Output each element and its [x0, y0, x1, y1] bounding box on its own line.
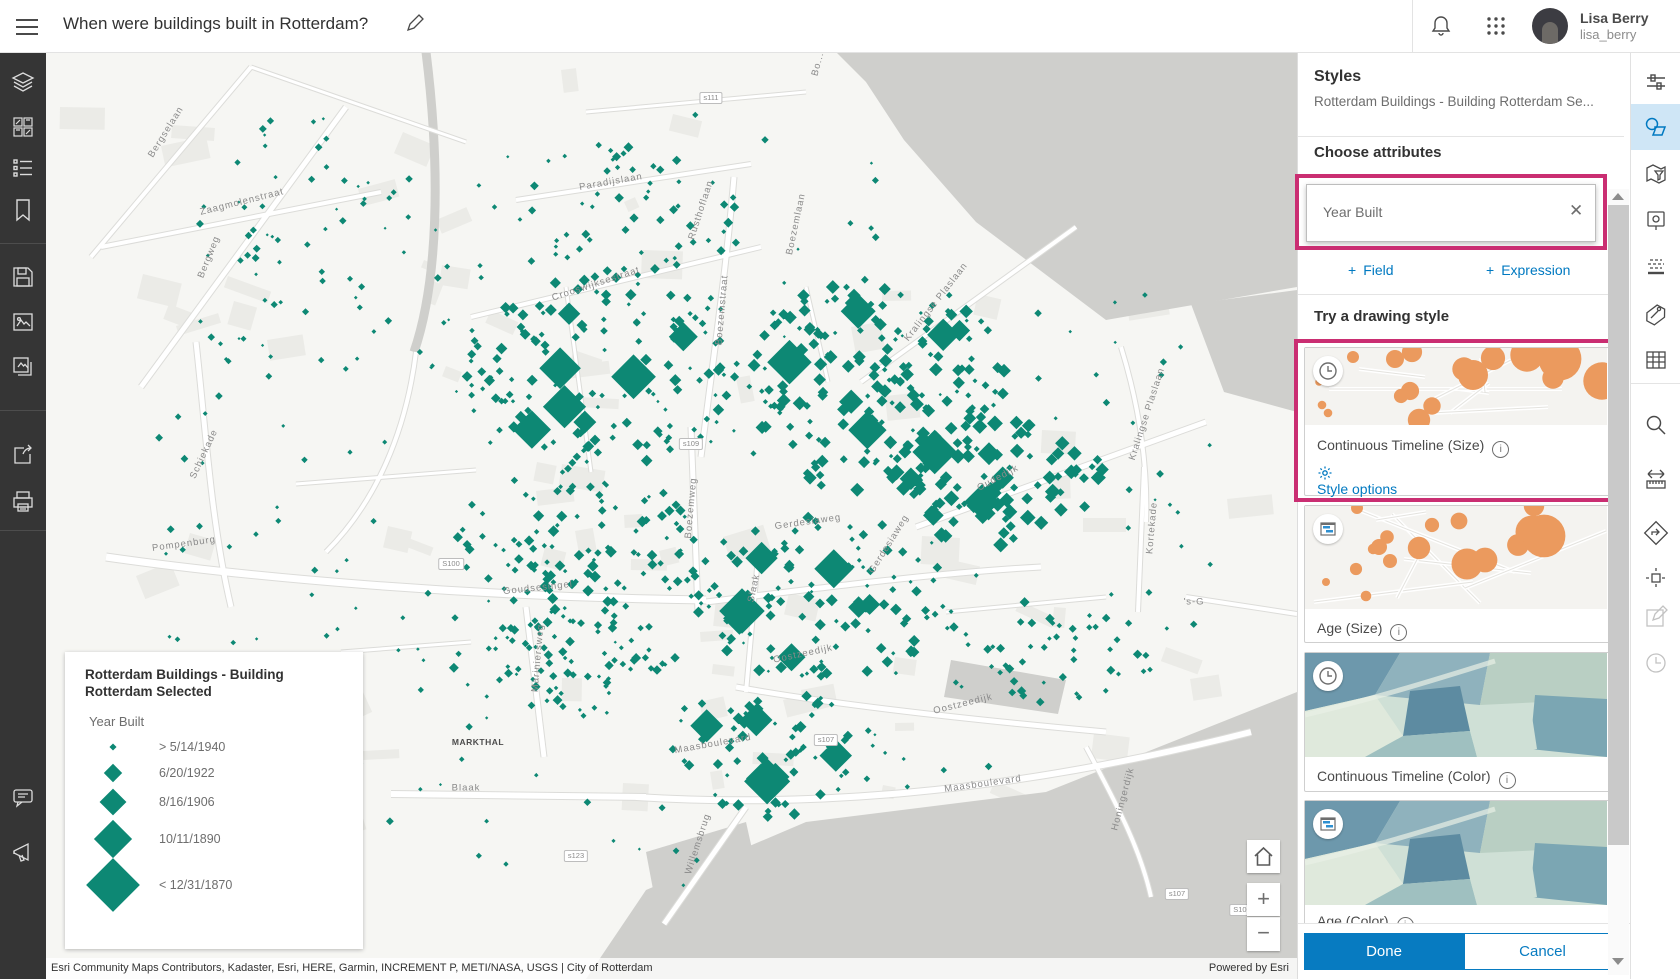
layers-icon[interactable]: [10, 70, 36, 96]
duplicate-map-icon[interactable]: [10, 354, 36, 380]
directions-icon[interactable]: [1643, 520, 1669, 546]
style-card-label: Age (Size) i: [1317, 620, 1408, 641]
measure-icon[interactable]: [1643, 467, 1669, 493]
panel-title: Styles: [1314, 68, 1362, 85]
diamond-symbol: [86, 858, 140, 912]
add-expression-button[interactable]: + Expression: [1486, 262, 1570, 278]
done-button[interactable]: Done: [1304, 933, 1464, 970]
header-divider: [1412, 0, 1413, 52]
popups-icon[interactable]: [1643, 208, 1669, 234]
remove-attribute-icon[interactable]: ✕: [1569, 201, 1583, 221]
edit-title-icon[interactable]: [405, 13, 425, 33]
zoom-in-button[interactable]: +: [1247, 883, 1280, 916]
style-card-label: Continuous Timeline (Color) i: [1317, 768, 1516, 789]
table-icon[interactable]: [1643, 347, 1669, 373]
scroll-down-icon[interactable]: [1612, 958, 1624, 965]
filter-icon[interactable]: [1643, 161, 1669, 187]
legend-layer-title: Rotterdam Buildings - Building Rotterdam…: [85, 667, 284, 699]
clock-badge-icon: [1313, 661, 1343, 691]
basemap-icon[interactable]: [10, 114, 36, 140]
style-card-label: Continuous Timeline (Size) i: [1317, 437, 1510, 458]
bookmarks-icon[interactable]: [10, 197, 36, 223]
coordinates-icon[interactable]: [1643, 565, 1669, 591]
edit-icon: [1643, 604, 1669, 630]
attribute-field-value: Year Built: [1323, 204, 1383, 220]
scroll-up-icon[interactable]: [1612, 193, 1624, 200]
app-launcher-icon[interactable]: [1483, 13, 1509, 39]
notifications-bell-icon[interactable]: [1428, 13, 1454, 39]
diamond-symbol: [103, 763, 123, 783]
add-field-button[interactable]: + Field: [1348, 262, 1394, 278]
toolbar-divider: [0, 243, 46, 244]
legend-icon[interactable]: [10, 155, 36, 181]
sketch-icon[interactable]: [1643, 300, 1669, 326]
time-icon: [1643, 650, 1669, 676]
legend-card: Rotterdam Buildings - Building Rotterdam…: [65, 652, 363, 949]
diamond-symbol: [93, 819, 133, 859]
styles-panel: Styles Rotterdam Buildings - Building Ro…: [1294, 52, 1639, 979]
properties-icon[interactable]: [1643, 69, 1669, 95]
attribution-text: Esri Community Maps Contributors, Kadast…: [51, 962, 653, 974]
plus-icon: +: [1486, 262, 1495, 278]
user-name: Lisa Berry: [1580, 10, 1649, 26]
panel-divider: [1298, 294, 1624, 295]
new-map-icon[interactable]: [10, 309, 36, 335]
panel-layer-subtitle: Rotterdam Buildings - Building Rotterdam…: [1314, 94, 1594, 109]
style-thumbnail-bubbles: [1305, 506, 1607, 609]
zoom-out-button[interactable]: −: [1247, 917, 1280, 951]
panel-divider: [1298, 136, 1624, 137]
settings-toolbar: «: [1630, 52, 1680, 979]
drawing-style-heading: Try a drawing style: [1314, 308, 1450, 325]
contents-toolbar: [0, 52, 46, 979]
plus-icon: +: [1348, 262, 1357, 278]
diamond-symbol: [109, 743, 117, 751]
choose-attributes-heading: Choose attributes: [1314, 144, 1442, 161]
style-options-button[interactable]: Style options: [1317, 465, 1397, 497]
search-icon[interactable]: [1643, 412, 1669, 438]
age-badge-icon: [1313, 514, 1343, 544]
print-icon[interactable]: [10, 489, 36, 515]
user-avatar[interactable]: [1532, 8, 1568, 44]
menu-icon[interactable]: [14, 14, 40, 38]
map-viewer-app: When were buildings built in Rotterdam? …: [0, 0, 1680, 979]
user-handle: lisa_berry: [1580, 27, 1637, 42]
clock-badge-icon: [1313, 356, 1343, 386]
style-thumbnail-bubbles: [1305, 348, 1607, 425]
style-card-age-color[interactable]: Age (Color)i: [1304, 800, 1610, 934]
toolbar-divider: [1631, 383, 1680, 384]
info-icon[interactable]: i: [1498, 772, 1516, 789]
toolbar-divider: [0, 410, 46, 411]
powered-by-esri: Powered by Esri: [1208, 962, 1289, 974]
save-icon[interactable]: [10, 264, 36, 290]
style-card-continuous-timeline-size[interactable]: Continuous Timeline (Size) i Style option…: [1304, 347, 1610, 497]
share-icon[interactable]: [10, 442, 36, 468]
legend-field-name: Year Built: [89, 714, 145, 729]
default-extent-button[interactable]: [1247, 840, 1280, 873]
style-card-continuous-timeline-color[interactable]: Continuous Timeline (Color) i: [1304, 652, 1610, 792]
labels-icon[interactable]: [1643, 254, 1669, 280]
panel-scrollbar-thumb[interactable]: [1608, 205, 1629, 845]
map-canvas[interactable]: Bergselaan Zaagmolenstraat Bergweg Paradijs…: [46, 52, 1297, 979]
style-thumbnail-choropleth: [1305, 653, 1607, 757]
panel-footer: Done Cancel: [1298, 923, 1633, 979]
style-card-age-size[interactable]: Age (Size) i: [1304, 505, 1610, 643]
app-header: When were buildings built in Rotterdam? …: [0, 0, 1680, 53]
cancel-button[interactable]: Cancel: [1464, 933, 1621, 970]
styles-icon[interactable]: [1643, 114, 1669, 140]
diamond-symbol: [99, 788, 127, 816]
map-attribution: Esri Community Maps Contributors, Kadast…: [46, 958, 1297, 979]
info-icon[interactable]: i: [1390, 624, 1408, 641]
style-thumbnail-choropleth: [1305, 801, 1607, 905]
info-icon[interactable]: i: [1492, 441, 1510, 458]
age-badge-icon: [1313, 809, 1343, 839]
toolbar-divider: [0, 530, 46, 531]
comments-icon[interactable]: [10, 784, 36, 810]
page-title: When were buildings built in Rotterdam?: [63, 14, 369, 33]
feedback-megaphone-icon[interactable]: [10, 839, 36, 865]
attribute-field-card[interactable]: Year Built ✕: [1306, 184, 1596, 242]
